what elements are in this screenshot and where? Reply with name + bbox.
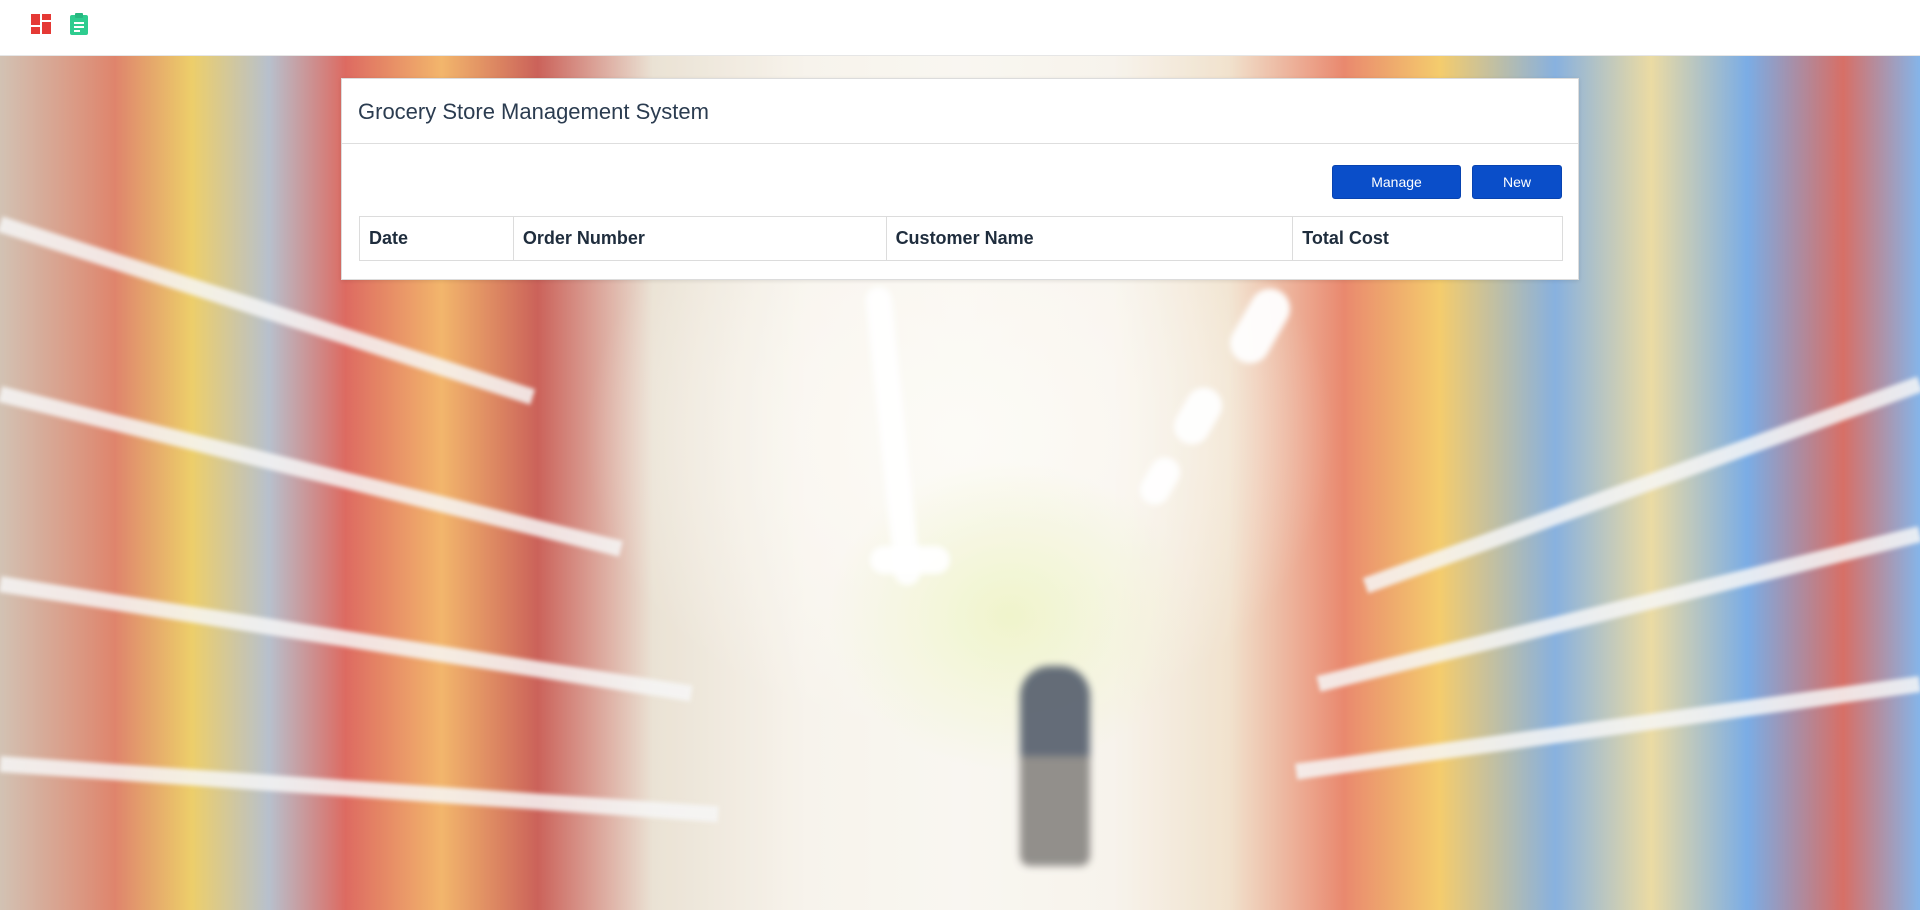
column-header-date[interactable]: Date — [359, 216, 514, 261]
top-navbar — [0, 0, 1920, 56]
new-order-button[interactable]: New Order — [1472, 165, 1562, 222]
orders-table: Date Order Number Customer Name Total Co… — [359, 216, 1563, 261]
column-header-customer-name[interactable]: Customer Name — [885, 216, 1294, 261]
dashboard-icon[interactable] — [29, 12, 53, 36]
manage-products-button[interactable]: Manage Products — [1332, 165, 1461, 222]
page-title: Grocery Store Management System — [358, 99, 709, 124]
panel-header: Grocery Store Management System — [342, 79, 1578, 144]
column-header-total-cost[interactable]: Total Cost — [1292, 216, 1563, 261]
table-header-row: Date Order Number Customer Name Total Co… — [359, 216, 1563, 261]
clipboard-icon[interactable] — [67, 12, 91, 36]
orders-panel: Grocery Store Management System Manage P… — [341, 78, 1579, 280]
column-header-order-number[interactable]: Order Number — [512, 216, 887, 261]
